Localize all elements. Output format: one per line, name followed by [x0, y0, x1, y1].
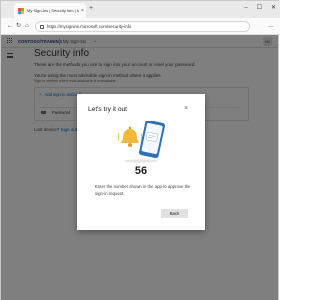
maximize-button[interactable]: ☐ [257, 4, 262, 12]
window-controls: – ☐ ✕ [244, 4, 276, 12]
tab-security-info[interactable]: My Sign-Ins | Security Info | Micr... × [14, 3, 86, 18]
browser-window: My Sign-Ins | Security Info | Micr... × … [0, 0, 280, 300]
browser-menu-button[interactable]: … [268, 22, 274, 30]
url-field[interactable]: https://mysignins.microsoft.com/security… [35, 21, 250, 32]
lock-icon [40, 24, 44, 29]
minimize-button[interactable]: – [244, 4, 247, 12]
refresh-icon[interactable]: ↻ [16, 22, 21, 30]
dialog-instruction: Enter the number shown in the app to app… [95, 184, 191, 196]
close-icon[interactable]: × [184, 105, 188, 113]
tab-bar: My Sign-Ins | Security Info | Micr... × … [1, 1, 280, 18]
url-text: https://mysignins.microsoft.com/security… [47, 24, 132, 29]
verification-code: 56 [134, 165, 148, 177]
tab-title: My Sign-Ins | Security Info | Micr... [27, 8, 79, 13]
tab-close-icon[interactable]: × [81, 8, 84, 14]
new-tab-button[interactable]: + [89, 5, 93, 12]
microsoft-logo-icon [18, 7, 24, 14]
home-icon[interactable]: ⌂ [25, 22, 29, 30]
phone-notification-illustration-icon [118, 121, 165, 163]
back-arrow-icon[interactable]: ← [7, 22, 13, 30]
mfa-dialog: Let's try it out × 56 Enter the number s… [77, 94, 205, 230]
dialog-title: Let's try it out [88, 106, 128, 113]
back-button[interactable]: Back [161, 209, 188, 218]
address-bar: ← ↻ ⌂ https://mysignins.microsoft.com/se… [1, 18, 280, 35]
close-window-button[interactable]: ✕ [271, 4, 276, 12]
